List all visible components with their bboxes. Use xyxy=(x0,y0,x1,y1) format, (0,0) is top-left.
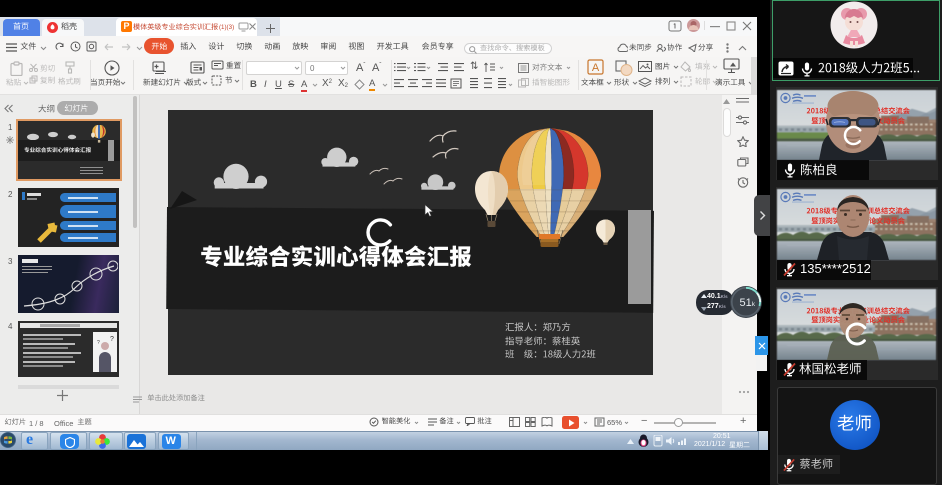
svg-text:A: A xyxy=(592,62,600,74)
svg-text:?: ? xyxy=(110,336,114,343)
svg-text:?: ? xyxy=(97,340,100,346)
